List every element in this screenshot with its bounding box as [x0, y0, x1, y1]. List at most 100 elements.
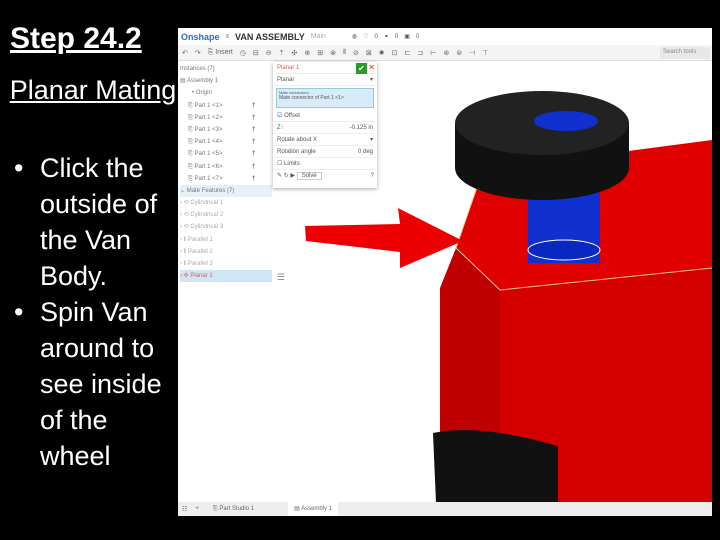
help-icon[interactable]: ?	[371, 170, 374, 182]
tree-label: Part 1 <6>	[194, 163, 223, 170]
mate-features-header[interactable]: ⌄ Mate Features (7)	[180, 184, 272, 198]
tree-label: Assembly 1	[187, 78, 219, 85]
cancel-x-icon[interactable]: ✕	[368, 62, 375, 74]
tree-item-part[interactable]: ⎘ Part 1 <7> †	[180, 173, 272, 185]
fastened-mate-icon[interactable]: ⊟	[253, 49, 259, 57]
fixed-pin-icon: †	[252, 163, 256, 170]
pin-icon[interactable]: ✎	[277, 173, 282, 179]
like-icon[interactable]: ♡	[363, 33, 368, 40]
undo-icon[interactable]: ↶	[182, 49, 188, 57]
copy-count: 0	[415, 33, 420, 40]
redo-icon[interactable]: ↷	[195, 49, 201, 57]
tree-item-mate[interactable]: › ⟲ Cylindrical 2	[180, 209, 272, 221]
link-icon[interactable]: ⚭	[384, 33, 389, 40]
axle-end	[527, 239, 601, 261]
tree-item-part[interactable]: ⎘ Part 1 <1> †	[180, 100, 272, 112]
insert-button[interactable]: ⎘ Insert	[208, 49, 233, 57]
mate-type-select[interactable]: Planar ▾	[273, 74, 377, 86]
history-icon[interactable]: ◷	[240, 49, 246, 57]
tree-item-mate[interactable]: › ⫴ Parallel 2	[180, 246, 272, 258]
dialog-title: Planar 1 ✔ ✕	[273, 62, 377, 74]
tab-assembly[interactable]: ▤ Assembly 1	[288, 502, 339, 516]
tree-item-part[interactable]: ⎘ Part 1 <3> †	[180, 124, 272, 136]
z-value: -0.125 in	[349, 125, 373, 131]
parallel-mate-icon[interactable]: ⫴	[343, 49, 346, 57]
tree-item-origin[interactable]: • Origin	[180, 87, 272, 99]
rotation-angle-field[interactable]: Rotation angle 0 deg	[273, 146, 377, 158]
revolute-mate-icon[interactable]: ⊖	[266, 49, 272, 57]
instances-header: Instances (7)	[180, 66, 215, 72]
tree-item-part[interactable]: ⎘ Part 1 <2> †	[180, 112, 272, 124]
onshape-screenshot: Onshape ≡ VAN ASSEMBLY Main ◍ ♡ 0 ⚭ 0 ▣ 0 ↶…	[178, 28, 712, 516]
ball-mate-icon[interactable]: ⊗	[330, 49, 336, 57]
menu-icon[interactable]: ≡	[226, 34, 230, 40]
tab-bar: ☷ + ⎘ Part Studio 1 ▤ Assembly 1	[178, 502, 712, 516]
tab-label: Assembly 1	[301, 506, 333, 512]
tree-label: Cylindrical 3	[190, 224, 224, 231]
globe-icon[interactable]: ◍	[352, 33, 357, 40]
cylindrical-mate-icon[interactable]: ⊕	[304, 49, 310, 57]
tree-item-part[interactable]: ⎘ Part 1 <6> †	[180, 161, 272, 173]
planar-mate-icon[interactable]: ✣	[292, 49, 298, 57]
gear-relation-icon[interactable]: ✹	[379, 49, 385, 57]
list-toggle-icon[interactable]: ☰	[277, 272, 285, 283]
linear-icon[interactable]: ⊐	[417, 49, 423, 57]
rotation-value: 0 deg	[357, 149, 373, 155]
title-bar: Onshape ≡ VAN ASSEMBLY Main ◍ ♡ 0 ⚭ 0 ▣ 0	[178, 28, 712, 45]
tree-item-mate[interactable]: › ⟲ Cylindrical 1	[180, 197, 272, 209]
tree-item-mate[interactable]: › ⫴ Parallel 3	[180, 258, 272, 270]
screw-icon[interactable]: ⊏	[405, 49, 411, 57]
tab-manager-icon[interactable]: ☷	[182, 506, 187, 513]
measure-icon[interactable]: ⊣	[469, 49, 475, 57]
tree-item-mate-selected[interactable]: › ✣ Planar 1	[180, 270, 272, 283]
mate-connector-field[interactable]: Mate connectors Mate connector of Part 1 …	[276, 88, 374, 108]
add-tab-icon[interactable]: +	[195, 506, 199, 512]
tree-item-mate[interactable]: › ⟲ Cylindrical 3	[180, 221, 272, 233]
solve-button[interactable]: Solve	[296, 172, 322, 180]
tree-label: Cylindrical 2	[190, 212, 224, 219]
tree-label: Parallel 1	[187, 236, 213, 243]
instructions: Click the outside of the Van Body. Spin …	[14, 150, 179, 474]
explode-icon[interactable]: ⊢	[430, 49, 436, 57]
play-icon[interactable]: ▶	[290, 173, 295, 179]
tree-item-part[interactable]: ⎘ Part 1 <4> †	[180, 136, 272, 148]
z-offset-field[interactable]: Z↑ -0.125 in	[273, 122, 377, 134]
accept-check-icon[interactable]: ✔	[356, 63, 367, 74]
tree-label: Part 1 <5>	[194, 151, 223, 158]
display-icon[interactable]: ⊜	[456, 49, 462, 57]
reset-icon[interactable]: ↻	[284, 173, 289, 179]
tree-label: Parallel 3	[187, 261, 213, 267]
mate-connector-icon[interactable]: ⊛	[443, 49, 449, 57]
tab-label: Part Studio 1	[219, 505, 255, 512]
tree-item-part[interactable]: ⎘ Part 1 <5> †	[180, 148, 272, 160]
rack-icon[interactable]: ⊡	[392, 49, 398, 57]
rotate-axis-select[interactable]: Rotate about X ▾	[273, 134, 377, 146]
tree-item-mate[interactable]: › ⫴ Parallel 1	[180, 234, 272, 246]
fixed-pin-icon: †	[252, 114, 256, 121]
tree-label: Origin	[195, 90, 212, 97]
tree-label: Cylindrical 1	[190, 200, 224, 207]
document-title[interactable]: VAN ASSEMBLY	[235, 32, 305, 42]
tree-label: Part 1 <1>	[194, 102, 223, 109]
search-tools-input[interactable]: Search tools	[660, 47, 710, 59]
section-icon[interactable]: ⊤	[482, 49, 488, 57]
slider-mate-icon[interactable]: ⇡	[279, 49, 285, 57]
direction-arrow-icon[interactable]: ↑	[281, 125, 284, 131]
red-arrow	[305, 208, 463, 268]
pin-slot-mate-icon[interactable]: ⊞	[317, 49, 323, 57]
instruction-bullet: Spin Van around to see inside of the whe…	[14, 294, 179, 474]
tangent-mate-icon[interactable]: ⊘	[353, 49, 359, 57]
tab-part-studio[interactable]: ⎘ Part Studio 1	[207, 506, 260, 513]
group-icon[interactable]: ⊠	[366, 49, 372, 57]
copy-icon[interactable]: ▣	[404, 33, 410, 40]
feature-tree: Instances (7) ▤ Assembly 1 • Origin ⎘ Pa…	[180, 63, 272, 283]
workspace-label[interactable]: Main	[311, 33, 326, 40]
fixed-pin-icon: †	[252, 175, 256, 182]
chevron-down-icon: ▾	[369, 137, 373, 143]
tree-item-assembly[interactable]: ▤ Assembly 1	[180, 75, 272, 87]
onshape-logo[interactable]: Onshape	[181, 32, 220, 42]
slide-text-panel: Step 24.2 Planar Mating Click the outsid…	[0, 0, 178, 540]
like-count: 0	[374, 33, 378, 40]
limits-checkbox[interactable]: ☐ Limits	[273, 158, 377, 170]
offset-checkbox[interactable]: ☑ Offset	[273, 110, 377, 122]
